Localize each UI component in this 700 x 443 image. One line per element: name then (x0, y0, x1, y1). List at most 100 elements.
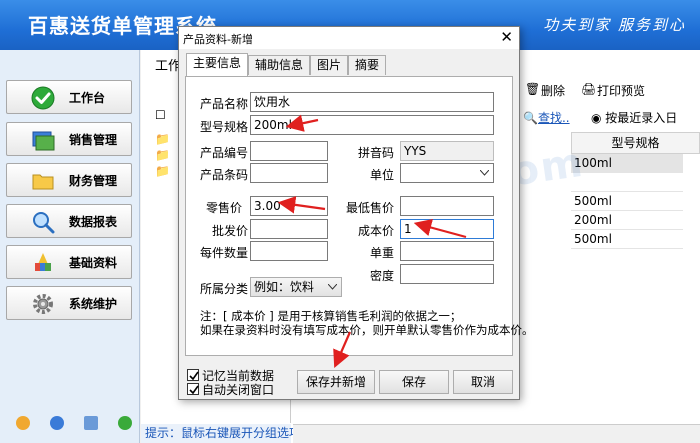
product-dialog: 产品资料-新增 ✕ 主要信息 辅助信息 图片 摘要 产品名称 饮用水 型号规格 … (178, 26, 534, 400)
horizontal-scrollbar[interactable] (293, 424, 700, 443)
nav-finance-button[interactable]: 财务管理 (6, 163, 132, 197)
auto-close-checkbox[interactable]: 自动关闭窗口 (187, 382, 275, 397)
table-row[interactable]: 500ml (571, 192, 683, 211)
checkbox-box (187, 383, 199, 395)
window-icon[interactable] (84, 416, 98, 430)
sort-option-label: 按最近录入日 (605, 111, 678, 125)
unit-label: 单位 (370, 168, 395, 182)
min-price-label: 最低售价 (346, 201, 395, 215)
checkmark-icon (189, 371, 199, 381)
density-input[interactable] (400, 264, 494, 284)
nav-finance-label: 财务管理 (69, 173, 118, 188)
refresh-icon[interactable] (118, 416, 132, 430)
retail-label: 零售价 (206, 201, 243, 215)
per-pack-label: 每件数量 (200, 246, 249, 260)
toolbar: 🗑 删除 🖨 打印预览 (521, 80, 700, 102)
unit-weight-input[interactable] (400, 241, 494, 261)
blocks-icon (35, 253, 51, 271)
search-label: 查找.. (537, 111, 570, 125)
nav-sales-button[interactable]: 销售管理 (6, 122, 132, 156)
dialog-title: 产品资料-新增 (183, 33, 253, 46)
tree-checkbox[interactable]: ☐ (155, 108, 166, 122)
checkbox-box (187, 369, 199, 381)
weight-label: 单重 (370, 246, 395, 260)
cost-label: 成本价 (358, 224, 395, 238)
save-and-new-button[interactable]: 保存并新增 (297, 370, 375, 394)
sales-window-icon (32, 131, 55, 151)
main-info-panel: 产品名称 饮用水 型号规格 200ml 产品编号 拼音码 YYS 产品条码 单位… (185, 76, 534, 356)
table-row[interactable] (571, 173, 683, 192)
save-button[interactable]: 保存 (379, 370, 449, 394)
category-select[interactable]: 例如：饮料 (250, 277, 342, 297)
product-name-input[interactable]: 饮用水 (250, 92, 494, 112)
column-header-spec[interactable]: 型号规格 (571, 132, 700, 154)
app-slogan: 功夫到家 服务到心 (543, 16, 686, 34)
search-bar: 🔍查找.. ◉ 按最近录入日 (521, 106, 700, 128)
density-label: 密度 (370, 269, 395, 283)
trash-icon[interactable]: 🗑 (525, 82, 540, 96)
min-price-input[interactable] (400, 196, 494, 216)
nav-system-button[interactable]: 系统维护 (6, 286, 132, 320)
category-value: 例如：饮料 (254, 280, 315, 294)
nav-system-label: 系统维护 (69, 296, 118, 311)
name-label: 产品名称 (200, 97, 249, 111)
barcode-label: 产品条码 (200, 168, 249, 182)
close-icon[interactable]: ✕ (500, 28, 513, 46)
table-row[interactable]: 500ml (571, 230, 683, 249)
category-label: 所属分类 (200, 282, 249, 296)
spec-label: 型号规格 (200, 120, 249, 134)
code-label: 产品编号 (200, 146, 249, 160)
nav-reports-label: 数据报表 (69, 214, 118, 229)
chevron-down-icon (480, 170, 489, 176)
nav-workbench-label: 工作台 (69, 90, 106, 105)
pinyin-label: 拼音码 (358, 146, 395, 160)
auto-close-label: 自动关闭窗口 (202, 382, 275, 397)
left-nav: 工作台 销售管理 财务管理 数据报表 基础资料 系统维护 (0, 50, 140, 443)
wholesale-price-input[interactable] (250, 219, 328, 239)
per-pack-input[interactable] (250, 241, 328, 261)
table-row[interactable]: 200ml (571, 211, 683, 230)
cost-note-line2: 如果在录资料时没有填写成本价，则开单默认零售价作为成本价。 (200, 323, 534, 337)
folder-icon (32, 174, 54, 190)
tab-summary[interactable]: 摘要 (348, 55, 386, 75)
tab-main-info[interactable]: 主要信息 (186, 53, 248, 76)
pinyin-input[interactable]: YYS (400, 141, 494, 161)
key-icon[interactable] (16, 416, 30, 430)
hint-text: 提示：鼠标右键展开分组选项 (141, 424, 301, 443)
nav-sales-label: 销售管理 (69, 132, 118, 147)
folder-icon: 📁 (155, 132, 170, 146)
checkmark-icon (189, 385, 199, 395)
product-grid: 型号规格 100ml 500ml 200ml 500ml (521, 132, 700, 252)
search-icon: 🔍 (523, 111, 538, 125)
clock-icon[interactable] (50, 416, 64, 430)
table-row[interactable]: 100ml (571, 154, 683, 173)
unit-select[interactable] (400, 163, 494, 183)
nav-workbench-button[interactable]: 工作台 (6, 80, 132, 114)
delete-button[interactable]: 删除 (541, 82, 565, 99)
cost-price-input[interactable]: 1 (400, 219, 494, 239)
folder-icon: 📁 (155, 164, 170, 178)
barcode-input[interactable] (250, 163, 328, 183)
nav-basic-data-label: 基础资料 (69, 255, 118, 270)
dialog-titlebar[interactable]: 产品资料-新增 ✕ (179, 27, 519, 49)
wholesale-label: 批发价 (212, 224, 249, 238)
bottom-icon-bar (6, 416, 134, 432)
chevron-down-icon (328, 284, 337, 290)
nav-basic-data-button[interactable]: 基础资料 (6, 245, 132, 279)
print-preview-button[interactable]: 打印预览 (597, 82, 645, 99)
magnifier-icon (33, 212, 55, 234)
nav-reports-button[interactable]: 数据报表 (6, 204, 132, 238)
spec-input[interactable]: 200ml (250, 115, 494, 135)
cancel-button[interactable]: 取消 (453, 370, 513, 394)
gear-icon (33, 294, 53, 314)
product-code-input[interactable] (250, 141, 328, 161)
search-link[interactable]: 🔍查找.. (523, 109, 570, 126)
check-circle-icon (31, 86, 55, 110)
retail-price-input[interactable]: 3.00 (250, 196, 328, 216)
tab-images[interactable]: 图片 (310, 55, 348, 75)
folder-icon: 📁 (155, 148, 170, 162)
cost-note-line1: 注：[ 成本价 ] 是用于核算销售毛利润的依据之一； (200, 309, 462, 323)
sort-radio[interactable]: ◉ 按最近录入日 (591, 109, 677, 126)
tab-aux-info[interactable]: 辅助信息 (248, 55, 310, 75)
printer-icon[interactable]: 🖨 (581, 82, 596, 96)
